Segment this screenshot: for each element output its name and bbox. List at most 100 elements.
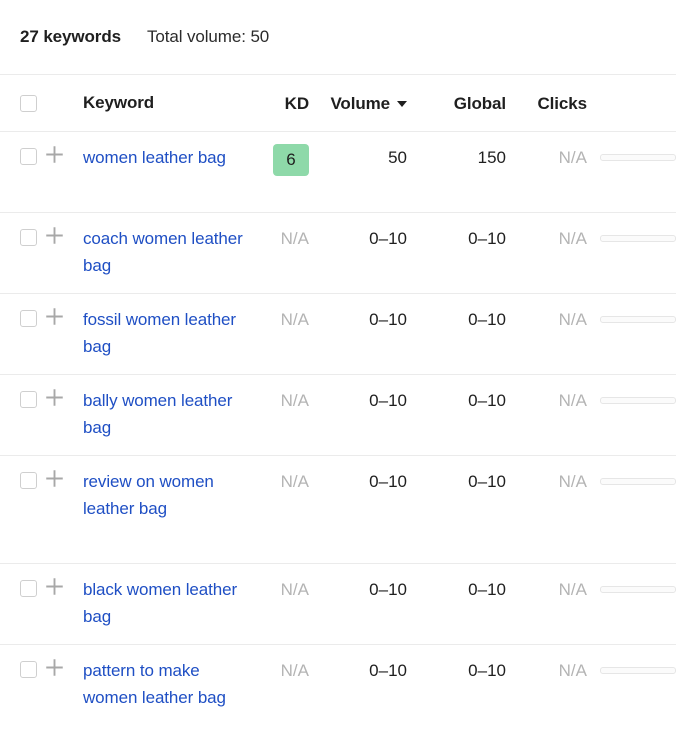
kd-value: N/A bbox=[281, 661, 309, 680]
global-cell: 0–10 bbox=[407, 387, 506, 414]
keyword-link[interactable]: fossil women leather bag bbox=[83, 306, 250, 360]
column-header-volume-label: Volume bbox=[330, 90, 390, 117]
row-select-cell[interactable] bbox=[0, 225, 38, 246]
table-row[interactable]: black women leather bagN/A0–100–10N/A bbox=[0, 564, 676, 645]
global-value: 0–10 bbox=[468, 472, 506, 491]
clicks-progress-bar bbox=[600, 586, 676, 593]
global-cell: 0–10 bbox=[407, 225, 506, 252]
row-select-cell[interactable] bbox=[0, 657, 38, 678]
plus-icon[interactable] bbox=[45, 469, 64, 493]
volume-cell: 0–10 bbox=[309, 387, 407, 414]
keyword-cell: bally women leather bag bbox=[70, 387, 250, 441]
select-all-cell[interactable] bbox=[0, 95, 38, 112]
clicks-progress-bar bbox=[600, 235, 676, 242]
kd-badge-wrap: 6 bbox=[250, 144, 309, 176]
row-expand-cell[interactable] bbox=[38, 306, 70, 331]
row-select-cell[interactable] bbox=[0, 306, 38, 327]
volume-value: 0–10 bbox=[369, 229, 407, 248]
summary-bar: 27 keywords Total volume: 50 bbox=[0, 0, 676, 74]
keyword-link[interactable]: bally women leather bag bbox=[83, 387, 250, 441]
kd-difficulty-badge: 6 bbox=[273, 144, 309, 176]
column-header-clicks[interactable]: Clicks bbox=[506, 90, 587, 117]
global-cell: 0–10 bbox=[407, 657, 506, 684]
row-checkbox[interactable] bbox=[20, 310, 37, 327]
row-expand-cell[interactable] bbox=[38, 468, 70, 493]
plus-icon[interactable] bbox=[45, 577, 64, 601]
plus-icon[interactable] bbox=[45, 307, 64, 331]
column-header-kd[interactable]: KD bbox=[250, 90, 309, 117]
row-expand-cell[interactable] bbox=[38, 657, 70, 682]
table-row[interactable]: coach women leather bagN/A0–100–10N/A bbox=[0, 213, 676, 294]
keyword-cell: fossil women leather bag bbox=[70, 306, 250, 360]
keyword-link[interactable]: black women leather bag bbox=[83, 576, 250, 630]
clicks-cell: N/A bbox=[506, 144, 587, 171]
clicks-cell: N/A bbox=[506, 225, 587, 252]
row-select-cell[interactable] bbox=[0, 468, 38, 489]
volume-value: 0–10 bbox=[369, 580, 407, 599]
clicks-cell: N/A bbox=[506, 387, 587, 414]
total-volume-label: Total volume: 50 bbox=[147, 27, 269, 47]
clicks-progress-bar bbox=[600, 478, 676, 485]
table-row[interactable]: pattern to make women leather bagN/A0–10… bbox=[0, 645, 676, 753]
clicks-cell: N/A bbox=[506, 657, 587, 684]
global-cell: 0–10 bbox=[407, 306, 506, 333]
select-all-checkbox[interactable] bbox=[20, 95, 37, 112]
clicks-bar-cell bbox=[587, 387, 676, 404]
keyword-link[interactable]: pattern to make women leather bag bbox=[83, 657, 250, 711]
row-checkbox[interactable] bbox=[20, 580, 37, 597]
global-value: 0–10 bbox=[468, 229, 506, 248]
keyword-cell: black women leather bag bbox=[70, 576, 250, 630]
keyword-cell: review on women leather bag bbox=[70, 468, 250, 522]
column-header-keyword[interactable]: Keyword bbox=[70, 93, 250, 113]
clicks-bar-cell bbox=[587, 306, 676, 323]
volume-cell: 0–10 bbox=[309, 576, 407, 603]
clicks-cell: N/A bbox=[506, 306, 587, 333]
clicks-cell: N/A bbox=[506, 576, 587, 603]
global-value: 0–10 bbox=[468, 310, 506, 329]
row-expand-cell[interactable] bbox=[38, 576, 70, 601]
row-select-cell[interactable] bbox=[0, 576, 38, 597]
kd-value: N/A bbox=[281, 391, 309, 410]
clicks-value: N/A bbox=[559, 310, 587, 329]
global-cell: 0–10 bbox=[407, 468, 506, 495]
column-header-global[interactable]: Global bbox=[407, 90, 506, 117]
volume-cell: 0–10 bbox=[309, 657, 407, 684]
keyword-link[interactable]: review on women leather bag bbox=[83, 468, 250, 522]
plus-icon[interactable] bbox=[45, 658, 64, 682]
kd-value: N/A bbox=[281, 580, 309, 599]
row-checkbox[interactable] bbox=[20, 391, 37, 408]
volume-cell: 50 bbox=[309, 144, 407, 171]
row-select-cell[interactable] bbox=[0, 387, 38, 408]
volume-value: 50 bbox=[388, 148, 407, 167]
row-select-cell[interactable] bbox=[0, 144, 38, 165]
keyword-link[interactable]: women leather bag bbox=[83, 144, 250, 171]
table-row[interactable]: bally women leather bagN/A0–100–10N/A bbox=[0, 375, 676, 456]
kd-cell: N/A bbox=[250, 657, 309, 684]
plus-icon[interactable] bbox=[45, 226, 64, 250]
column-header-volume[interactable]: Volume bbox=[309, 90, 407, 117]
row-expand-cell[interactable] bbox=[38, 144, 70, 169]
volume-value: 0–10 bbox=[369, 661, 407, 680]
row-expand-cell[interactable] bbox=[38, 225, 70, 250]
row-checkbox[interactable] bbox=[20, 472, 37, 489]
chevron-down-icon[interactable] bbox=[397, 101, 407, 107]
table-row[interactable]: fossil women leather bagN/A0–100–10N/A bbox=[0, 294, 676, 375]
table-row[interactable]: review on women leather bagN/A0–100–10N/… bbox=[0, 456, 676, 564]
row-checkbox[interactable] bbox=[20, 148, 37, 165]
plus-icon[interactable] bbox=[45, 145, 64, 169]
clicks-bar-cell bbox=[587, 576, 676, 593]
clicks-value: N/A bbox=[559, 391, 587, 410]
clicks-progress-bar bbox=[600, 667, 676, 674]
clicks-bar-cell bbox=[587, 225, 676, 242]
kd-cell: N/A bbox=[250, 468, 309, 495]
row-checkbox[interactable] bbox=[20, 229, 37, 246]
clicks-value: N/A bbox=[559, 229, 587, 248]
row-expand-cell[interactable] bbox=[38, 387, 70, 412]
kd-cell: N/A bbox=[250, 306, 309, 333]
volume-cell: 0–10 bbox=[309, 225, 407, 252]
keyword-link[interactable]: coach women leather bag bbox=[83, 225, 250, 279]
plus-icon[interactable] bbox=[45, 388, 64, 412]
row-checkbox[interactable] bbox=[20, 661, 37, 678]
table-row[interactable]: women leather bag650150N/A bbox=[0, 132, 676, 213]
kd-cell: 6 bbox=[250, 144, 309, 176]
